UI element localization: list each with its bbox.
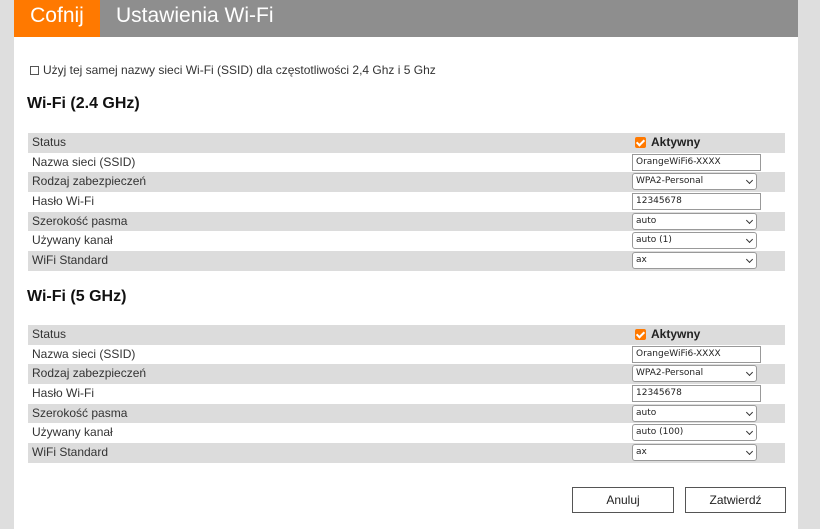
confirm-button[interactable]: Zatwierdź (685, 487, 786, 513)
channel-select-5[interactable]: auto (100) (632, 424, 757, 442)
standard-value-5: ax (636, 447, 647, 458)
wifi-5ghz-table: Status Aktywny Nazwa sieci (SSID) Orange… (28, 325, 785, 463)
chevron-down-icon (745, 408, 754, 416)
chevron-down-icon (745, 236, 754, 244)
ssid-input-24[interactable]: OrangeWiFi6-XXXX (632, 153, 761, 171)
security-select-5[interactable]: WPA2-Personal (632, 365, 757, 383)
row-standard-24: WiFi Standard ax (28, 251, 785, 271)
cancel-button[interactable]: Anuluj (572, 487, 674, 513)
status-value-5: Aktywny (635, 325, 700, 345)
status-active-label-24: Aktywny (651, 135, 701, 150)
wifi-24ghz-table: Status Aktywny Nazwa sieci (SSID) Orange… (28, 133, 785, 271)
chevron-down-icon (745, 216, 754, 224)
security-label: Rodzaj zabezpieczeń (32, 366, 147, 381)
security-label: Rodzaj zabezpieczeń (32, 174, 147, 189)
row-password-24: Hasło Wi-Fi 12345678 (28, 192, 785, 212)
channel-select-24[interactable]: auto (1) (632, 232, 757, 250)
row-password-5: Hasło Wi-Fi 12345678 (28, 384, 785, 404)
status-value-24: Aktywny (635, 133, 700, 153)
channel-value-5: auto (100) (636, 427, 684, 438)
row-status-5: Status Aktywny (28, 325, 785, 345)
same-ssid-label: Użyj tej samej nazwy sieci Wi-Fi (SSID) … (43, 63, 436, 77)
standard-select-5[interactable]: ax (632, 444, 757, 462)
chevron-down-icon (745, 177, 754, 185)
chevron-down-icon (745, 428, 754, 436)
row-ssid-5: Nazwa sieci (SSID) OrangeWiFi6-XXXX (28, 345, 785, 365)
chevron-down-icon (745, 256, 754, 264)
page-title: Ustawienia Wi-Fi (116, 4, 274, 27)
header-bar: Cofnij Ustawienia Wi-Fi (14, 0, 798, 37)
row-security-24: Rodzaj zabezpieczeń WPA2-Personal (28, 172, 785, 193)
channel-value-24: auto (1) (636, 235, 672, 246)
chevron-down-icon (745, 448, 754, 456)
bandwidth-label: Szerokość pasma (32, 213, 128, 228)
row-security-5: Rodzaj zabezpieczeń WPA2-Personal (28, 364, 785, 385)
row-status-24: Status Aktywny (28, 133, 785, 153)
same-ssid-checkbox[interactable] (30, 65, 39, 75)
row-standard-5: WiFi Standard ax (28, 443, 785, 463)
bandwidth-value-5: auto (636, 407, 657, 418)
status-label: Status (32, 135, 67, 149)
standard-label: WiFi Standard (32, 445, 109, 460)
back-button[interactable]: Cofnij (14, 0, 100, 37)
standard-label: WiFi Standard (32, 253, 109, 268)
security-value-24: WPA2-Personal (636, 176, 704, 187)
section-title-5ghz: Wi-Fi (5 GHz) (27, 288, 127, 305)
ssid-input-5[interactable]: OrangeWiFi6-XXXX (632, 345, 761, 363)
password-input-5[interactable]: 12345678 (632, 385, 761, 403)
row-bandwidth-24: Szerokość pasma auto (28, 211, 785, 232)
bandwidth-label: Szerokość pasma (32, 405, 128, 420)
row-bandwidth-5: Szerokość pasma auto (28, 403, 785, 424)
settings-panel: Cofnij Ustawienia Wi-Fi Użyj tej samej n… (14, 0, 798, 529)
security-select-24[interactable]: WPA2-Personal (632, 173, 757, 191)
standard-select-24[interactable]: ax (632, 252, 757, 270)
standard-value-24: ax (636, 255, 647, 266)
section-title-24ghz: Wi-Fi (2.4 GHz) (27, 95, 140, 112)
security-value-5: WPA2-Personal (636, 368, 704, 379)
same-ssid-option: Użyj tej samej nazwy sieci Wi-Fi (SSID) … (30, 63, 436, 77)
row-channel-24: Używany kanał auto (1) (28, 231, 785, 251)
channel-label: Używany kanał (32, 233, 113, 248)
channel-label: Używany kanał (32, 425, 113, 440)
status-active-checkbox-24[interactable] (635, 137, 646, 149)
chevron-down-icon (745, 369, 754, 377)
status-label: Status (32, 327, 67, 341)
password-label: Hasło Wi-Fi (32, 386, 94, 401)
password-input-24[interactable]: 12345678 (632, 193, 761, 211)
bandwidth-select-24[interactable]: auto (632, 212, 757, 230)
status-active-label-5: Aktywny (651, 327, 701, 342)
row-channel-5: Używany kanał auto (100) (28, 423, 785, 443)
status-active-checkbox-5[interactable] (635, 329, 646, 341)
password-label: Hasło Wi-Fi (32, 194, 94, 209)
ssid-label: Nazwa sieci (SSID) (32, 346, 136, 361)
row-ssid-24: Nazwa sieci (SSID) OrangeWiFi6-XXXX (28, 153, 785, 173)
ssid-label: Nazwa sieci (SSID) (32, 154, 136, 169)
bandwidth-value-24: auto (636, 215, 657, 226)
bandwidth-select-5[interactable]: auto (632, 404, 757, 422)
